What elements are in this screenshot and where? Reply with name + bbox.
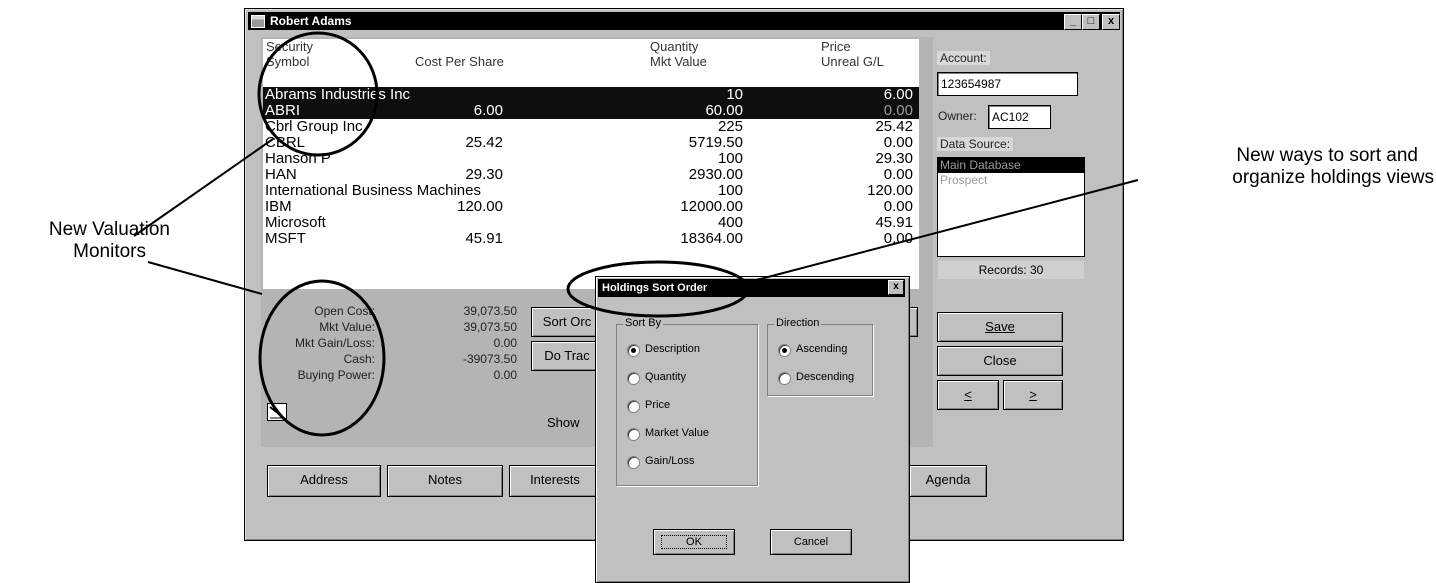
security-column-highlight	[257, 31, 379, 157]
pointer-line-security	[133, 138, 274, 237]
callout-overlay	[133, 31, 1139, 437]
pointer-line-sort	[744, 179, 1139, 284]
sort-dialog-highlight	[566, 260, 750, 318]
valuation-monitor-highlight	[258, 279, 386, 437]
pointer-line-valuation	[147, 261, 263, 295]
